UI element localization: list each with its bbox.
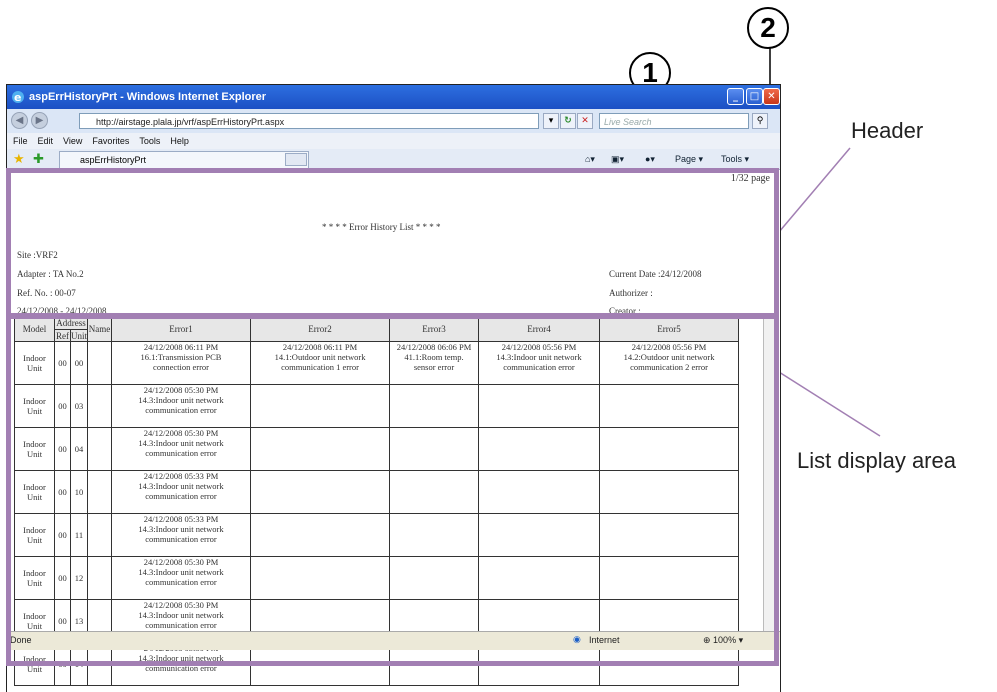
favorites-bar: ★ ✚ aspErrHistoryPrt ⌂▾ ▣▾ ●▾ Page ▾ Too… [7, 149, 780, 170]
stop-icon[interactable]: ✕ [577, 113, 593, 129]
menu-help[interactable]: Help [170, 136, 189, 146]
home-icon[interactable]: ⌂▾ [585, 151, 595, 167]
new-tab-button[interactable] [285, 153, 307, 166]
print-icon[interactable]: ●▾ [645, 151, 655, 167]
tools-menu[interactable]: Tools ▾ [721, 151, 749, 167]
tab-asperrhistoryprt[interactable]: aspErrHistoryPrt [59, 151, 309, 168]
menu-edit[interactable]: Edit [38, 136, 54, 146]
search-icon[interactable]: ⚲ [752, 113, 768, 129]
window-title: aspErrHistoryPrt - Windows Internet Expl… [29, 91, 267, 103]
list-display-area-label: List display area [797, 448, 956, 473]
maximize-button[interactable]: □ [746, 88, 763, 105]
address-bar-row: ◀ ▶ http://airstage.plala.jp/vrf/aspErrH… [7, 109, 780, 134]
menu-tools[interactable]: Tools [139, 136, 160, 146]
close-button[interactable]: ✕ [763, 88, 780, 105]
back-button[interactable]: ◀ [11, 112, 28, 129]
add-favorite-icon[interactable]: ✚ [33, 151, 44, 167]
tab-title: aspErrHistoryPrt [80, 155, 147, 165]
callout-2: 2 [747, 7, 789, 49]
feeds-icon[interactable]: ▣▾ [611, 151, 624, 167]
page-menu-label: Page [675, 154, 697, 164]
address-dropdown-icon[interactable]: ▾ [543, 113, 559, 129]
address-input[interactable]: http://airstage.plala.jp/vrf/aspErrHisto… [79, 113, 539, 129]
favorites-star-icon[interactable]: ★ [13, 151, 25, 167]
refresh-icon[interactable]: ↻ [560, 113, 576, 129]
ie-logo-icon: e [12, 91, 24, 104]
header-highlight-frame [6, 168, 779, 318]
list-highlight-frame [6, 314, 779, 666]
search-input[interactable]: Live Search [599, 113, 749, 129]
menu-file[interactable]: File [13, 136, 28, 146]
page-menu[interactable]: Page ▾ [675, 151, 703, 167]
forward-button[interactable]: ▶ [31, 112, 48, 129]
menu-view[interactable]: View [63, 136, 82, 146]
menu-favorites[interactable]: Favorites [92, 136, 129, 146]
tools-menu-label: Tools [721, 154, 743, 164]
header-label: Header [851, 118, 924, 143]
title-bar: e aspErrHistoryPrt - Windows Internet Ex… [7, 85, 780, 109]
menu-bar: File Edit View Favorites Tools Help [7, 133, 780, 149]
svg-text:e: e [14, 91, 21, 104]
minimize-button[interactable]: _ [727, 88, 744, 105]
